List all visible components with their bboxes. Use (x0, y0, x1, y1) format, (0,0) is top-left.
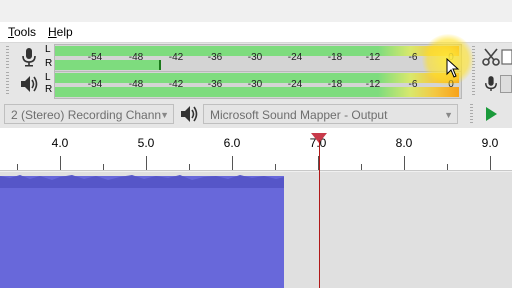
timeline-label: 6.0 (223, 136, 241, 150)
ruler-tick (189, 164, 190, 170)
microphone-icon (22, 48, 36, 67)
ruler-tick (275, 164, 276, 170)
copy-icon (501, 49, 512, 65)
menu-tools[interactable]: Tools (8, 25, 36, 39)
ruler-tick (447, 164, 448, 170)
ruler-tick (17, 164, 18, 170)
recording-meter[interactable]: -54 -48 -42 -36 -30 -24 -18 -12 -6 0 (54, 44, 462, 72)
ruler-tick (146, 156, 147, 170)
rec-scale: -54 -48 -42 -36 -30 -24 -18 -12 -6 0 (55, 45, 461, 71)
rec-tick: -36 (207, 52, 223, 63)
rec-tick: -30 (247, 52, 263, 63)
ruler-tick (490, 156, 491, 170)
scissors-icon (482, 48, 500, 66)
play-icon (486, 107, 497, 121)
tool-icon (500, 75, 512, 93)
play-tick: -36 (207, 79, 223, 90)
ruler-tick (103, 164, 104, 170)
play-channel-l: L (45, 72, 51, 83)
rec-tick: -6 (408, 52, 418, 63)
edit-cursor-line (319, 140, 320, 288)
play-tick: -12 (365, 79, 381, 90)
ruler-tick (60, 156, 61, 170)
play-tick: -18 (327, 79, 343, 90)
mouse-pointer-icon (446, 58, 460, 78)
toolbar-grip[interactable] (6, 46, 9, 70)
extra-tool-button[interactable] (500, 72, 512, 96)
play-tick: -42 (168, 79, 184, 90)
ruler-tick (232, 156, 233, 170)
recording-channels-select[interactable]: 2 (Stereo) Recording Chann ▼ (4, 104, 174, 124)
recording-channels-value: 2 (Stereo) Recording Chann (11, 108, 162, 122)
playback-device-icon-button (176, 102, 202, 126)
playback-device-value: Microsoft Sound Mapper - Output (210, 108, 388, 122)
play-button[interactable] (478, 102, 504, 126)
device-toolbar: 2 (Stereo) Recording Chann ▼ Microsoft S… (0, 100, 512, 128)
rec-channel-l: L (45, 44, 51, 55)
play-tick: -6 (408, 79, 418, 90)
rec-tick: -54 (87, 52, 103, 63)
rec-tick: -12 (365, 52, 381, 63)
timeline-label: 5.0 (137, 136, 155, 150)
play-tick: -24 (287, 79, 303, 90)
speaker-icon (21, 76, 38, 92)
timeline-label: 8.0 (395, 136, 413, 150)
copy-button[interactable] (500, 45, 512, 69)
playback-meter-button[interactable] (16, 72, 42, 96)
audio-waveform[interactable] (0, 175, 284, 288)
rec-tick: -18 (327, 52, 343, 63)
waveform-edge (0, 175, 284, 188)
speaker-icon (181, 106, 198, 122)
toolbar-grip[interactable] (470, 104, 473, 124)
play-tick: -54 (87, 79, 103, 90)
chevron-down-icon: ▼ (444, 110, 453, 120)
play-tick: -48 (128, 79, 144, 90)
timeline-ruler[interactable]: 4.0 5.0 6.0 7.0 8.0 9.0 (0, 128, 512, 171)
record-meter-button[interactable] (16, 45, 42, 69)
ruler-tick (404, 156, 405, 170)
chevron-down-icon: ▼ (160, 110, 169, 120)
timeline-label: 9.0 (481, 136, 499, 150)
ruler-tick (361, 164, 362, 170)
timeline-label: 4.0 (51, 136, 69, 150)
rec-tick: -42 (168, 52, 184, 63)
playback-device-select[interactable]: Microsoft Sound Mapper - Output ▼ (203, 104, 458, 124)
play-tick: -30 (247, 79, 263, 90)
microphone-icon (485, 76, 497, 91)
play-channel-r: R (45, 84, 53, 95)
rec-tick: -24 (287, 52, 303, 63)
play-scale: -54 -48 -42 -36 -30 -24 -18 -12 -6 0 (55, 72, 461, 98)
menu-help[interactable]: Help (48, 25, 73, 39)
rec-channel-r: R (45, 58, 53, 69)
rec-tick: -48 (128, 52, 144, 63)
playback-meter[interactable]: -54 -48 -42 -36 -30 -24 -18 -12 -6 0 (54, 71, 462, 99)
toolbar-grip[interactable] (6, 72, 9, 96)
